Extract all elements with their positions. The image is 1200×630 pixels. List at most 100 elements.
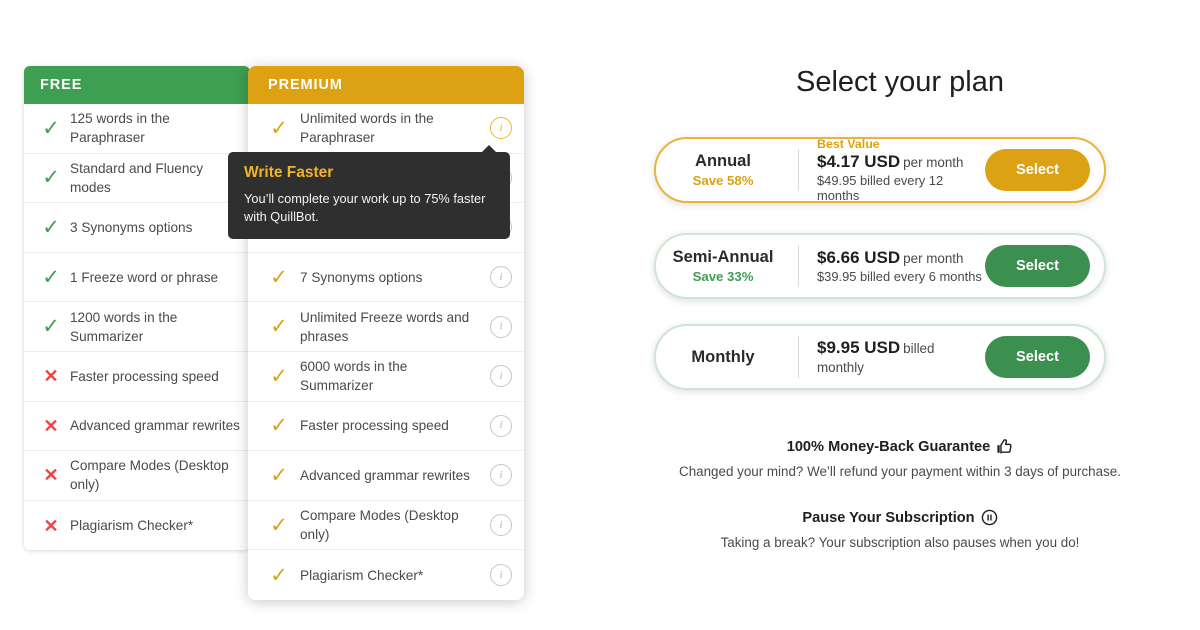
plan-note: Pause Your Subscription Taking a break? Y…: [600, 509, 1200, 551]
free-feature-row: ✕ Faster processing speed: [24, 352, 250, 402]
info-icon[interactable]: i: [490, 266, 512, 289]
thumbs-up-icon: [996, 438, 1013, 455]
premium-feature-row: ✓ 6000 words in the Summarizer i: [248, 352, 524, 402]
best-value-badge: Best Value: [817, 137, 880, 151]
page-title: Select your plan: [796, 66, 1004, 98]
feature-label: Faster processing speed: [70, 368, 219, 384]
plan-savings-label: Save 33%: [692, 269, 754, 284]
check-icon: ✓: [42, 215, 60, 239]
plan-card-annual[interactable]: Annual Save 58% Best Value $4.17 USD per mon…: [654, 137, 1106, 203]
note-subtext: Changed your mind? We’ll refund your pay…: [679, 464, 1121, 479]
feature-label: 125 words in the Paraphraser: [70, 111, 170, 146]
free-feature-list: ✓ 125 words in the Paraphraser ✓ Standard a…: [24, 104, 250, 551]
tooltip-body: You’ll complete your work up to 75% fast…: [244, 191, 486, 224]
plan-period: per month: [903, 251, 964, 266]
feature-label: 7 Synonyms options: [300, 269, 423, 285]
feature-label: 6000 words in the Summarizer: [300, 359, 408, 394]
feature-label: Plagiarism Checker*: [70, 518, 194, 534]
check-icon: ✓: [270, 265, 288, 289]
free-feature-row: ✓ 125 words in the Paraphraser: [24, 104, 250, 154]
check-icon: ✓: [270, 364, 288, 388]
free-plan-column: FREE ✓ 125 words in the Paraphraser ✓ Stand…: [24, 66, 250, 551]
info-icon[interactable]: i: [490, 564, 512, 587]
free-feature-row: ✓ 1 Freeze word or phrase: [24, 253, 250, 303]
select-plan-button[interactable]: Select: [985, 245, 1090, 287]
plan-selector-panel: Select your plan Annual Save 58% Best Valu…: [600, 0, 1200, 630]
feature-label: Unlimited Freeze words and phrases: [300, 309, 470, 344]
free-feature-row: ✕ Plagiarism Checker*: [24, 501, 250, 551]
feature-label: Standard and Fluency modes: [70, 160, 204, 195]
plan-note: 100% Money-Back Guarantee Changed your mi…: [600, 438, 1200, 480]
free-feature-row: ✓ Standard and Fluency modes: [24, 154, 250, 204]
feature-label: Compare Modes (Desktop only): [70, 458, 229, 493]
feature-label: Compare Modes (Desktop only): [300, 508, 459, 543]
select-plan-button[interactable]: Select: [985, 336, 1090, 378]
premium-feature-row: ✓ 7 Synonyms options i: [248, 253, 524, 303]
plan-price-block: $9.95 USD billed monthly: [799, 338, 985, 377]
price-line: $9.95 USD billed monthly: [817, 338, 985, 377]
plan-name-block: Annual Save 58%: [656, 152, 798, 188]
check-icon: ✓: [270, 513, 288, 537]
cross-icon: ✕: [43, 366, 59, 387]
cross-icon: ✕: [43, 515, 59, 536]
feature-label: 3 Synonyms options: [70, 219, 193, 235]
premium-column-header: PREMIUM: [248, 66, 524, 104]
plan-name: Monthly: [691, 347, 755, 366]
check-icon: ✓: [42, 166, 60, 190]
premium-feature-row: ✓ Unlimited Freeze words and phrases i: [248, 302, 524, 352]
check-icon: ✓: [42, 116, 60, 140]
plan-period: per month: [903, 155, 964, 170]
premium-feature-row: ✓ Compare Modes (Desktop only) i: [248, 501, 524, 551]
check-icon: ✓: [270, 116, 288, 140]
feature-label: Faster processing speed: [300, 418, 449, 434]
plan-amount: $6.66 USD: [817, 248, 901, 267]
check-icon: ✓: [270, 463, 288, 487]
plan-amount: $4.17 USD: [817, 152, 901, 171]
cross-icon: ✕: [43, 465, 59, 486]
check-icon: ✓: [270, 315, 288, 339]
info-icon[interactable]: i: [490, 365, 512, 388]
note-heading: Pause Your Subscription: [600, 509, 1200, 526]
tooltip-arrow-icon: [481, 145, 497, 153]
free-feature-row: ✓ 1200 words in the Summarizer: [24, 302, 250, 352]
plan-name-block: Semi-Annual Save 33%: [656, 248, 798, 284]
plan-name: Annual: [695, 152, 751, 170]
plan-card-semi-annual[interactable]: Semi-Annual Save 33% $6.66 USD per month $39…: [654, 233, 1106, 299]
info-icon[interactable]: i: [490, 315, 512, 338]
feature-label: Advanced grammar rewrites: [300, 467, 470, 483]
note-heading-text: Pause Your Subscription: [802, 509, 975, 526]
plan-billing-detail: $49.95 billed every 12 months: [817, 173, 944, 203]
check-icon: ✓: [270, 563, 288, 587]
premium-feature-row: ✓ Plagiarism Checker* i: [248, 550, 524, 600]
feature-label: 1 Freeze word or phrase: [70, 269, 219, 285]
plan-card-monthly[interactable]: Monthly $9.95 USD billed monthly Select: [654, 324, 1106, 390]
feature-label: Unlimited words in the Paraphraser: [300, 111, 434, 146]
info-icon[interactable]: i: [490, 514, 512, 537]
feature-tooltip: Write Faster You’ll complete your work u…: [228, 145, 510, 239]
info-icon[interactable]: i: [490, 464, 512, 487]
pause-circle-icon: [981, 509, 998, 526]
check-icon: ✓: [42, 265, 60, 289]
info-icon[interactable]: i: [490, 414, 512, 437]
premium-feature-row: ✓ Faster processing speed i: [248, 402, 524, 452]
note-subtext: Taking a break? Your subscription also p…: [720, 535, 1080, 550]
plan-name: Semi-Annual: [672, 248, 774, 266]
price-line: $6.66 USD per month: [817, 248, 985, 268]
free-feature-row: ✕ Compare Modes (Desktop only): [24, 451, 250, 501]
select-plan-button[interactable]: Select: [985, 149, 1090, 191]
note-heading: 100% Money-Back Guarantee: [600, 438, 1200, 455]
plan-price-block: $6.66 USD per month $39.95 billed every 6 …: [799, 248, 985, 284]
info-icon-active[interactable]: i: [490, 117, 512, 140]
tooltip-title: Write Faster: [244, 164, 334, 181]
premium-feature-row: ✓ Advanced grammar rewrites i: [248, 451, 524, 501]
check-icon: ✓: [42, 315, 60, 339]
check-icon: ✓: [270, 414, 288, 438]
plan-name-block: Monthly: [656, 348, 798, 367]
feature-label: 1200 words in the Summarizer: [70, 309, 178, 344]
free-feature-row: ✕ Advanced grammar rewrites: [24, 402, 250, 452]
plan-savings-label: Save 58%: [692, 173, 754, 188]
free-feature-row: ✓ 3 Synonyms options: [24, 203, 250, 253]
plan-price-block: Best Value $4.17 USD per month $49.95 bille…: [799, 137, 985, 203]
note-heading-text: 100% Money-Back Guarantee: [786, 438, 991, 455]
feature-label: Plagiarism Checker*: [300, 567, 424, 583]
